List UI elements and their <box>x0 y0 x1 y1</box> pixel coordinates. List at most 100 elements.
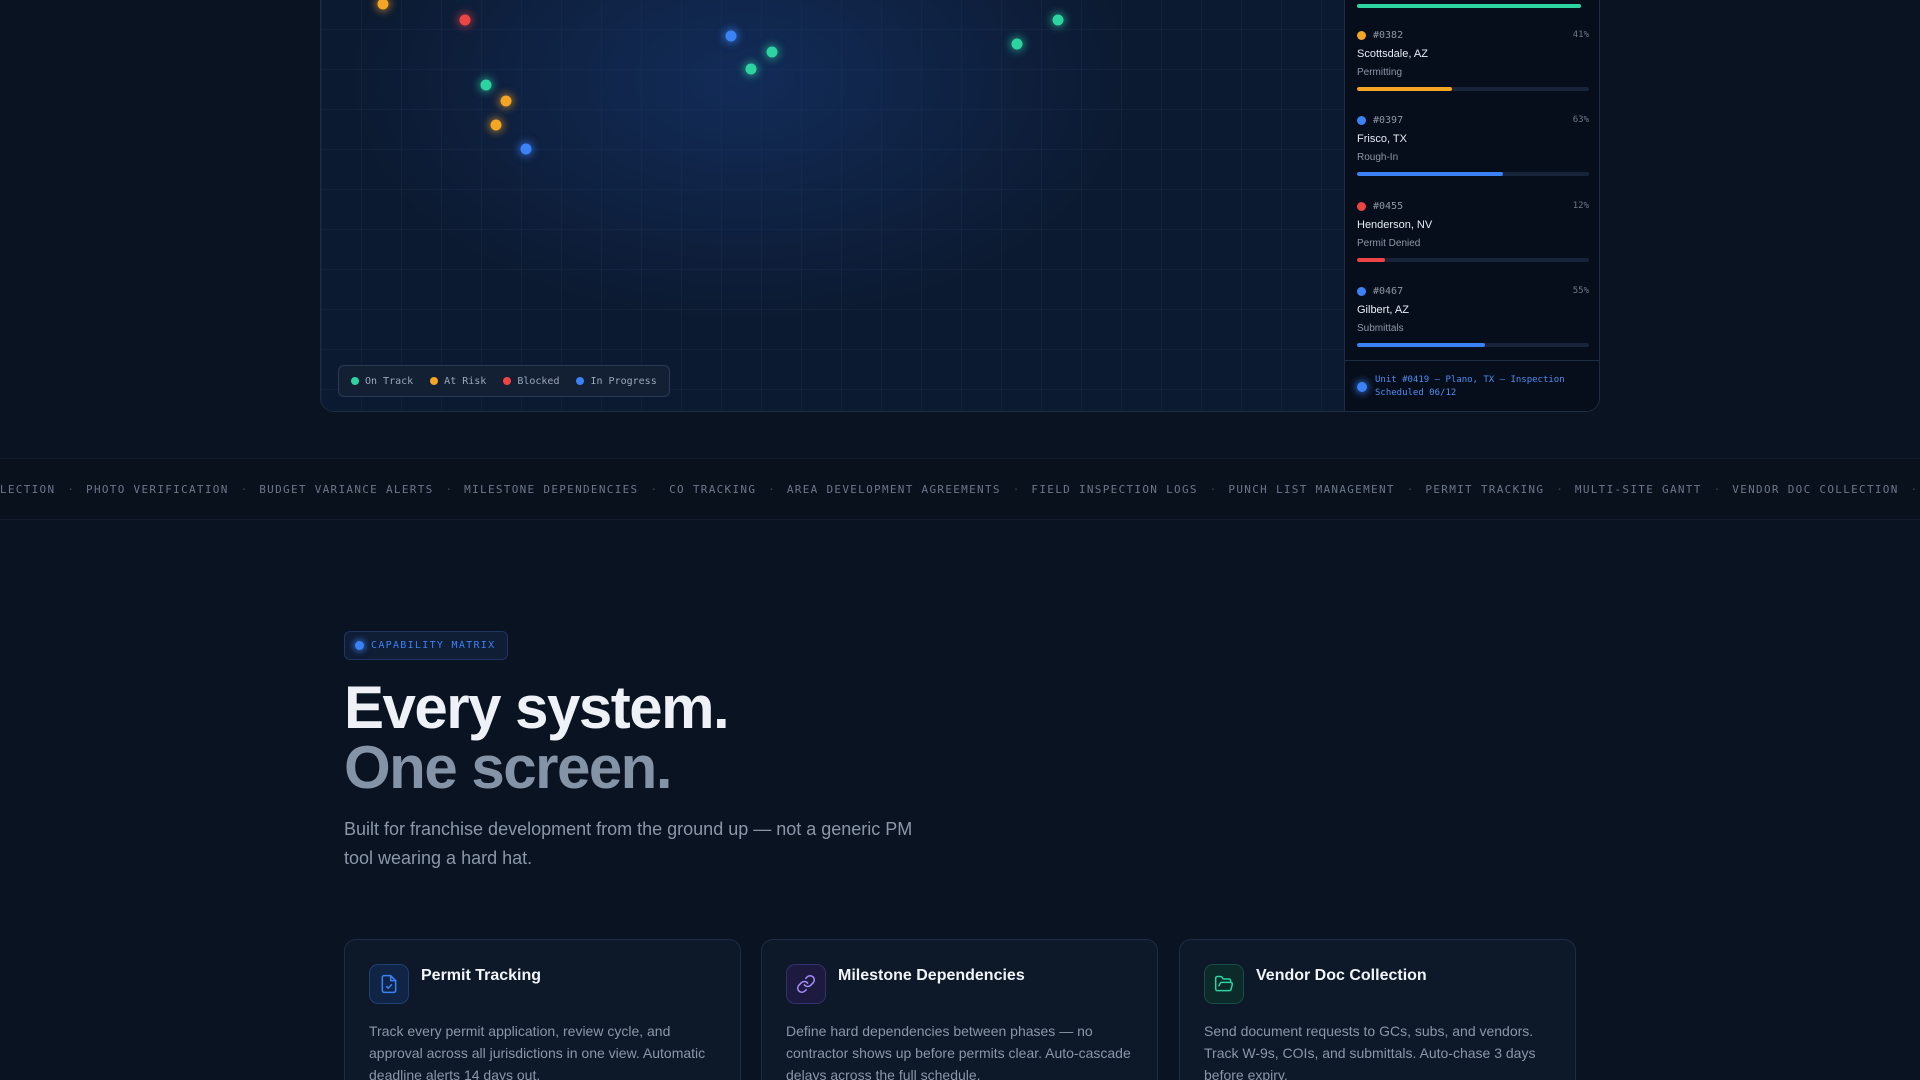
ticker-separator: · <box>650 483 658 496</box>
unit-city: Henderson, NV <box>1357 219 1433 231</box>
folder-open-icon <box>1204 964 1244 1004</box>
headline-line-1: Every system. <box>344 674 730 741</box>
map-pin[interactable] <box>377 0 389 10</box>
link-icon <box>786 964 826 1004</box>
map-pin[interactable] <box>1011 38 1023 50</box>
unit-card[interactable]: #0467 55% Gilbert, AZ Submittals <box>1357 284 1589 364</box>
section-subtitle: Built for franchise development from the… <box>344 819 913 868</box>
legend-dot <box>576 377 585 385</box>
ticker-item: PUNCH LIST MANAGEMENT <box>1228 483 1395 496</box>
unit-stage: Permitting <box>1357 67 1403 78</box>
unit-percent: 12% <box>1572 201 1589 211</box>
unit-id: #0397 <box>1373 114 1404 126</box>
ticker-item: AREA DEVELOPMENT AGREEMENTS <box>786 483 1001 496</box>
unit-card[interactable]: #0382 41% Scottsdale, AZ Permitting <box>1357 28 1589 108</box>
legend-label: At Risk <box>444 375 487 387</box>
unit-progress-track <box>1357 87 1589 91</box>
badge-label: CAPABILITY MATRIX <box>371 640 496 651</box>
unit-progress-track <box>1357 172 1589 176</box>
ticker-item: VENDOR DOC COLLECTION <box>1732 483 1899 496</box>
ticker-separator: · <box>1012 483 1020 496</box>
unit-stage: Permit Denied <box>1357 238 1421 249</box>
feature-card-vendor-doc-collection[interactable]: Vendor Doc Collection Send document requ… <box>1179 939 1576 1080</box>
legend-item-blocked: Blocked <box>503 376 559 387</box>
activity-feed[interactable]: Unit #0419 — Plano, TX — Inspection Sche… <box>1345 360 1599 411</box>
map-pin[interactable] <box>1052 14 1064 26</box>
ticker-item: BUDGET VARIANCE ALERTS <box>259 483 434 496</box>
ticker-item: LLECTION <box>0 483 56 496</box>
unit-city: Gilbert, AZ <box>1357 304 1409 316</box>
unit-card[interactable]: #0397 63% Frisco, TX Rough-In <box>1357 113 1589 193</box>
legend-label: In Progress <box>590 375 657 387</box>
status-dot <box>1357 30 1366 40</box>
unit-stage: Rough-In <box>1357 152 1399 163</box>
ticker-separator: · <box>768 483 775 496</box>
activity-line: Unit #0419 — Plano, TX — Inspection <box>1375 375 1565 385</box>
map-pin[interactable] <box>459 14 471 26</box>
ticker-item: MULTI-SITE GANTT <box>1574 483 1702 496</box>
map-pin[interactable] <box>520 143 532 155</box>
activity-text: Unit #0419 — Plano, TX — Inspection Sche… <box>1375 374 1565 400</box>
ticker-separator: · <box>1910 483 1918 496</box>
legend-item-at-risk: At Risk <box>430 376 486 387</box>
headline-line-2: One screen. <box>344 734 673 801</box>
unit-progress-fill <box>1357 343 1485 347</box>
dashboard-preview: On Track At Risk Blocked In Progress #03 <box>320 0 1600 412</box>
unit-progress-fill <box>1357 87 1453 91</box>
unit-city: Scottsdale, AZ <box>1357 48 1428 60</box>
ticker-item: CO TRACKING <box>669 483 757 496</box>
legend-item-on-track: On Track <box>351 376 413 387</box>
card-title: Permit Tracking <box>421 967 542 984</box>
map-pin[interactable] <box>500 95 512 107</box>
legend-label: Blocked <box>517 375 560 387</box>
map-legend: On Track At Risk Blocked In Progress <box>338 365 670 397</box>
ticker-item: PHOTO VERIFICATION <box>86 483 229 496</box>
unit-percent: 55% <box>1572 286 1589 296</box>
feature-ticker: LLECTION · PHOTO VERIFICATION · BUDGET VARIA… <box>0 458 1920 520</box>
ticker-separator: · <box>445 483 453 496</box>
map-pin[interactable] <box>725 30 737 42</box>
card-title: Milestone Dependencies <box>838 967 1025 984</box>
unit-stage: Submittals <box>1357 323 1404 334</box>
card-title: Vendor Doc Collection <box>1256 967 1427 984</box>
ticker-item: MILESTONE DEPENDENCIES <box>464 483 639 496</box>
legend-dot <box>430 377 439 385</box>
card-description: Send document requests to GCs, subs, and… <box>1204 1023 1536 1080</box>
legend-item-in-progress: In Progress <box>576 375 657 387</box>
legend-dot <box>503 377 512 385</box>
section-badge: CAPABILITY MATRIX <box>344 631 509 660</box>
activity-line: Scheduled 06/12 <box>1375 388 1457 398</box>
ticker-track: LLECTION · PHOTO VERIFICATION · BUDGET VARIA… <box>0 483 1920 496</box>
file-check-icon <box>369 964 409 1004</box>
section-headline: Every system. One screen. <box>344 674 730 801</box>
unit-progress-bar <box>1357 4 1581 8</box>
unit-id: #0382 <box>1373 29 1404 41</box>
unit-progress-fill <box>1357 172 1504 176</box>
unit-city: Frisco, TX <box>1357 133 1407 145</box>
ticker-item: FIELD INSPECTION LOGS <box>1031 483 1198 496</box>
badge-dot <box>355 641 364 650</box>
unit-id: #0467 <box>1373 285 1404 297</box>
unit-progress-track <box>1357 258 1589 262</box>
legend-label: On Track <box>365 375 414 387</box>
ticker-separator: · <box>67 483 75 496</box>
ticker-separator: · <box>1713 483 1721 496</box>
ticker-separator: · <box>1406 483 1414 496</box>
feature-card-milestone-dependencies[interactable]: Milestone Dependencies Define hard depen… <box>761 939 1158 1080</box>
status-dot <box>1357 286 1366 296</box>
unit-card[interactable]: #0455 12% Henderson, NV Permit Denied <box>1357 199 1589 279</box>
legend-dot <box>351 377 359 385</box>
card-description: Track every permit application, review c… <box>369 1023 706 1080</box>
unit-percent: 41% <box>1572 30 1589 40</box>
map-pin[interactable] <box>745 63 757 75</box>
map-pin[interactable] <box>490 119 502 131</box>
site-map: On Track At Risk Blocked In Progress <box>321 0 1344 411</box>
unit-progress-fill <box>1357 258 1385 262</box>
map-pin[interactable] <box>480 79 492 91</box>
feature-card-permit-tracking[interactable]: Permit Tracking Track every permit appli… <box>344 939 741 1080</box>
ticker-separator: · <box>1209 483 1217 496</box>
status-dot <box>1357 201 1366 211</box>
card-description: Define hard dependencies between phases … <box>786 1023 1131 1080</box>
map-pin[interactable] <box>766 46 778 58</box>
live-indicator <box>1357 382 1367 392</box>
